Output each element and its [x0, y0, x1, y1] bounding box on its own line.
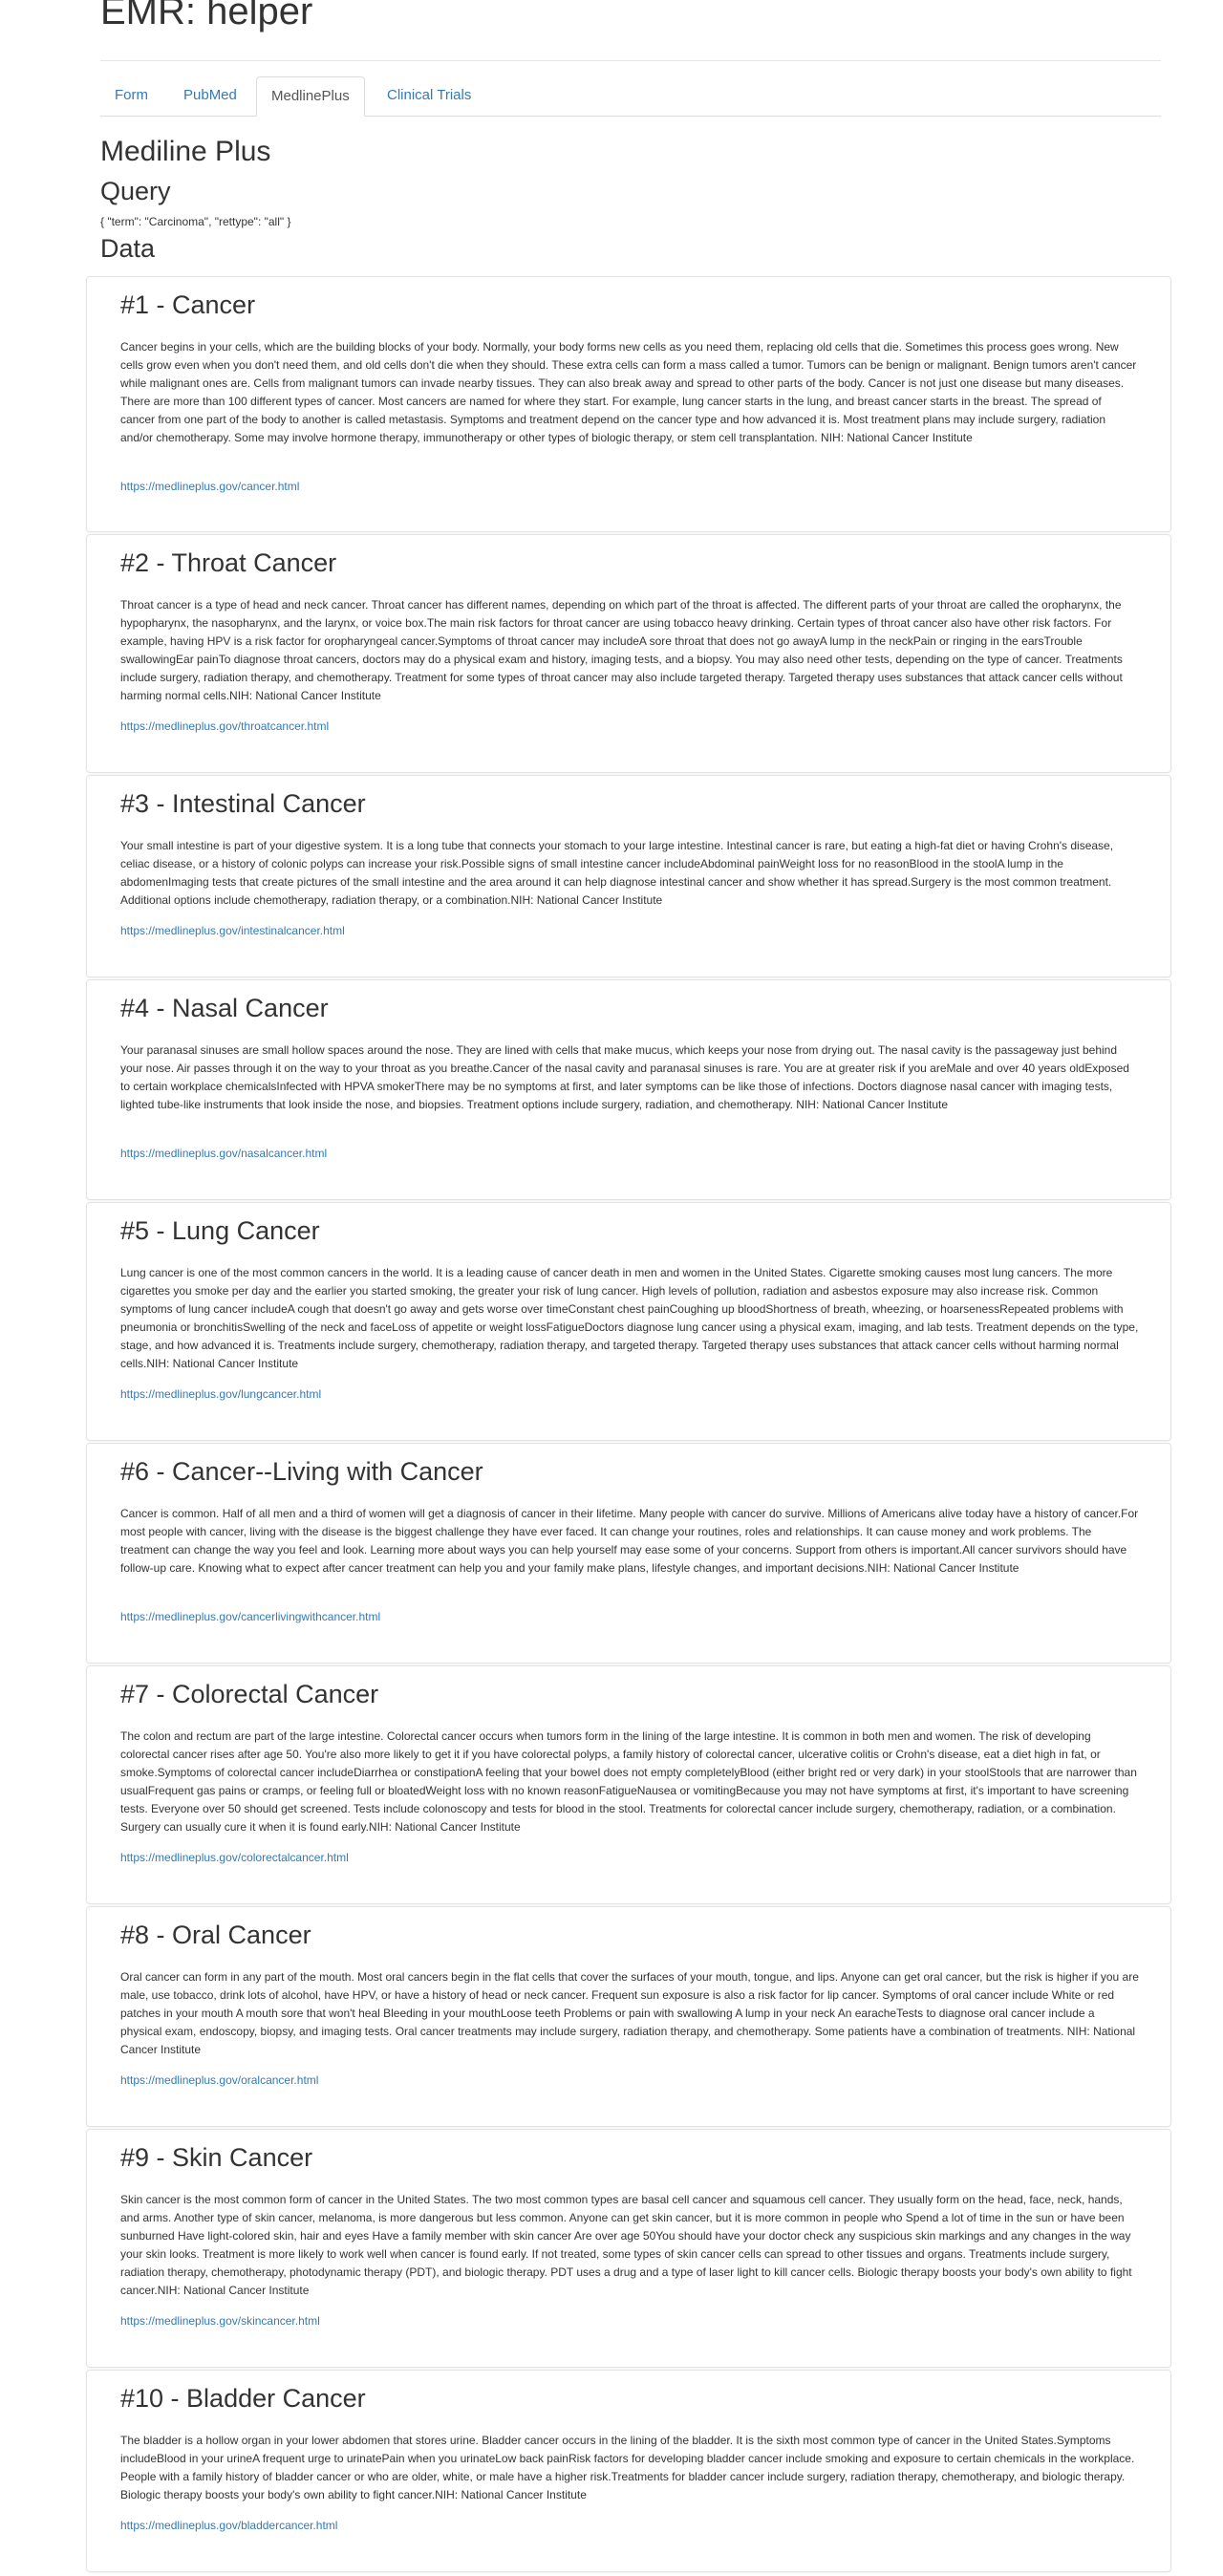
result-title: #1 - Cancer: [120, 290, 256, 319]
tab-bar: Form PubMed MedlinePlus Clinical Trials: [100, 76, 1161, 117]
result-link[interactable]: https://medlineplus.gov/nasalcancer.html: [120, 1147, 327, 1160]
result-link[interactable]: https://medlineplus.gov/cancer.html: [120, 480, 299, 493]
result-card: #4 - Nasal Cancer Your paranasal sinuses…: [86, 979, 1171, 1200]
result-summary: Your paranasal sinuses are small hollow …: [120, 1043, 1129, 1111]
result-title: #3 - Intestinal Cancer: [120, 789, 366, 818]
result-title: #7 - Colorectal Cancer: [120, 1680, 379, 1708]
result-link[interactable]: https://medlineplus.gov/skincancer.html: [120, 2314, 320, 2328]
result-link[interactable]: https://medlineplus.gov/cancerlivingwith…: [120, 1610, 380, 1623]
tab-clinical-trials[interactable]: Clinical Trials: [373, 76, 485, 117]
result-card: #9 - Skin Cancer Skin cancer is the most…: [86, 2129, 1171, 2368]
result-title: #4 - Nasal Cancer: [120, 994, 329, 1022]
app-title: EMR: helper: [100, 0, 313, 32]
result-link[interactable]: https://medlineplus.gov/colorectalcancer…: [120, 1851, 349, 1864]
result-card: #7 - Colorectal Cancer The colon and rec…: [86, 1665, 1171, 1904]
result-card: #1 - Cancer Cancer begins in your cells,…: [86, 276, 1171, 532]
header-divider: [100, 60, 1161, 61]
query-json: { "term": "Carcinoma", "rettype": "all" …: [100, 215, 291, 228]
data-heading: Data: [100, 234, 156, 263]
result-summary: Lung cancer is one of the most common ca…: [120, 1266, 1139, 1370]
tab-pubmed[interactable]: PubMed: [169, 76, 251, 117]
result-link[interactable]: https://medlineplus.gov/lungcancer.html: [120, 1387, 321, 1401]
result-card: #10 - Bladder Cancer The bladder is a ho…: [86, 2370, 1171, 2572]
result-summary: The colon and rectum are part of the lar…: [120, 1729, 1137, 1834]
result-summary: Oral cancer can form in any part of the …: [120, 1970, 1139, 2056]
result-card: #3 - Intestinal Cancer Your small intest…: [86, 775, 1171, 977]
result-summary: Cancer begins in your cells, which are t…: [120, 340, 1137, 444]
query-heading: Query: [100, 177, 171, 205]
result-link[interactable]: https://medlineplus.gov/intestinalcancer…: [120, 924, 345, 937]
result-title: #9 - Skin Cancer: [120, 2143, 313, 2172]
result-summary: Cancer is common. Half of all men and a …: [120, 1507, 1139, 1575]
result-card: #8 - Oral Cancer Oral cancer can form in…: [86, 1906, 1171, 2127]
result-summary: Your small intestine is part of your dig…: [120, 839, 1114, 907]
result-summary: Skin cancer is the most common form of c…: [120, 2193, 1132, 2297]
result-summary: The bladder is a hollow organ in your lo…: [120, 2434, 1135, 2501]
result-title: #10 - Bladder Cancer: [120, 2384, 366, 2413]
result-card: #2 - Throat Cancer Throat cancer is a ty…: [86, 534, 1171, 773]
result-title: #5 - Lung Cancer: [120, 1216, 320, 1245]
result-link[interactable]: https://medlineplus.gov/oralcancer.html: [120, 2073, 318, 2087]
tab-medlineplus[interactable]: MedlinePlus: [256, 76, 365, 117]
result-summary: Throat cancer is a type of head and neck…: [120, 598, 1123, 702]
result-title: #2 - Throat Cancer: [120, 548, 337, 577]
result-card: #6 - Cancer--Living with Cancer Cancer i…: [86, 1443, 1171, 1664]
result-link[interactable]: https://medlineplus.gov/throatcancer.htm…: [120, 719, 329, 733]
tab-form[interactable]: Form: [100, 76, 162, 117]
page-heading: Mediline Plus: [100, 136, 271, 167]
result-link[interactable]: https://medlineplus.gov/bladdercancer.ht…: [120, 2519, 337, 2532]
result-title: #6 - Cancer--Living with Cancer: [120, 1457, 483, 1486]
result-card: #5 - Lung Cancer Lung cancer is one of t…: [86, 1202, 1171, 1441]
result-title: #8 - Oral Cancer: [120, 1921, 311, 1949]
